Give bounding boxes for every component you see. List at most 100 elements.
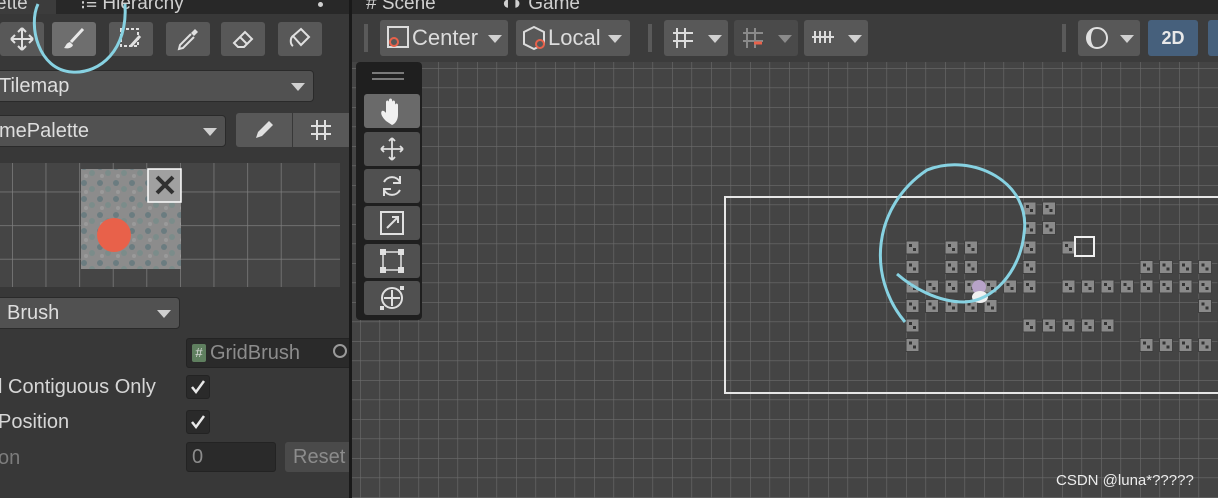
tile <box>905 240 920 255</box>
palette-grid <box>0 163 340 287</box>
scale-tool-button[interactable] <box>364 206 420 240</box>
tile <box>925 279 939 294</box>
toolbar-overflow-button[interactable] <box>1208 20 1218 56</box>
ruler-icon <box>812 31 834 43</box>
chevron-down-icon <box>708 35 722 43</box>
mode-2d-toggle[interactable]: 2D <box>1148 20 1198 56</box>
tile <box>1022 318 1037 333</box>
overlay-grip[interactable] <box>372 72 404 80</box>
toolbar-grip[interactable] <box>1062 24 1066 52</box>
brush-dropdown[interactable]: Brush <box>0 297 180 329</box>
tile <box>1042 201 1056 216</box>
tile <box>1198 260 1212 274</box>
annotation-circle-brush <box>32 3 127 74</box>
tile-palette-panel: ette ⁝≡ Hierarchy Tilemap mePalette Brus… <box>0 0 349 498</box>
tools-overlay <box>356 62 422 320</box>
pivot-mode-label: Center <box>412 25 479 50</box>
tile <box>1061 318 1076 333</box>
tile <box>1022 279 1037 294</box>
hand-tool-button[interactable] <box>364 94 420 128</box>
tile <box>1022 240 1037 255</box>
grid-snapping-dropdown[interactable] <box>734 20 798 56</box>
pivot-mode-dropdown[interactable]: Center <box>380 20 508 56</box>
pivot-rotation-label: Local <box>548 25 601 50</box>
move-tool-button[interactable] <box>364 132 420 166</box>
mode-2d-label: 2D <box>1161 27 1185 48</box>
tile <box>964 240 978 255</box>
contiguous-checkbox[interactable] <box>186 375 210 399</box>
tile <box>1139 279 1154 294</box>
position-checkbox[interactable] <box>186 410 210 434</box>
palette-label: mePalette <box>0 119 90 142</box>
tile <box>1120 279 1134 294</box>
toolbar-grip[interactable] <box>364 24 368 52</box>
tile <box>1081 279 1095 294</box>
tile <box>1003 279 1017 294</box>
chevron-down-icon <box>1120 35 1134 43</box>
toolbar-grip[interactable] <box>648 24 652 52</box>
transform-icon <box>380 286 404 310</box>
center-pivot-icon <box>387 26 409 48</box>
rotate-tool-button[interactable] <box>364 169 420 203</box>
tile <box>1178 338 1193 352</box>
watermark: CSDN @luna*????? <box>1056 472 1194 489</box>
object-picker-icon[interactable] <box>333 344 347 358</box>
grid-snap-icon <box>743 28 763 48</box>
rect-tool-button[interactable] <box>364 244 420 278</box>
tile <box>944 279 959 294</box>
tile <box>1139 260 1154 274</box>
tile <box>1198 299 1212 313</box>
move-arrows-icon <box>380 137 404 161</box>
tile <box>1100 279 1115 294</box>
scene-grid <box>352 62 1218 498</box>
checkmark-icon <box>191 380 206 395</box>
grid-icon <box>311 120 331 140</box>
gamepad-icon: ◖◗ <box>500 0 529 14</box>
tile <box>1022 260 1037 274</box>
tile <box>964 260 978 274</box>
brush-label: Brush <box>7 301 60 324</box>
reset-button[interactable]: Reset <box>285 442 349 472</box>
tile <box>1139 338 1154 352</box>
tile <box>1159 260 1173 274</box>
tab-game-label: Game <box>528 0 580 14</box>
chevron-down-icon <box>488 35 502 43</box>
scene-view[interactable]: # Scene ◖◗ Game Center Local 2D CSDN @lu… <box>352 0 1218 498</box>
transform-tool-button[interactable] <box>364 281 420 315</box>
rotate-icon <box>383 176 401 196</box>
tile <box>1042 318 1056 333</box>
tile <box>1100 318 1115 333</box>
rect-transform-icon <box>380 249 404 273</box>
local-cube-icon <box>523 25 545 51</box>
shading-sphere-icon <box>1086 27 1108 49</box>
tile <box>944 240 959 255</box>
palette-dropdown[interactable]: mePalette <box>0 115 226 147</box>
tile <box>1198 338 1212 352</box>
on-label: on <box>0 447 21 469</box>
chevron-down-icon <box>608 35 622 43</box>
edit-palette-button[interactable] <box>236 113 292 147</box>
tile <box>1061 279 1076 294</box>
on-value-field[interactable]: 0 <box>186 442 276 472</box>
chevron-down-icon <box>778 35 792 43</box>
tab-scene[interactable]: # Scene <box>366 0 476 14</box>
tile <box>905 338 920 352</box>
tile <box>905 318 920 333</box>
tab-game[interactable]: ◖◗ Game <box>500 0 620 14</box>
checkmark-icon <box>191 415 206 430</box>
palette-grid-view[interactable] <box>0 163 340 287</box>
grid-visibility-dropdown[interactable] <box>664 20 728 56</box>
pivot-rotation-dropdown[interactable]: Local <box>516 20 630 56</box>
chevron-down-icon <box>848 35 862 43</box>
tile <box>1178 279 1193 294</box>
tile <box>944 260 959 274</box>
increment-snap-dropdown[interactable] <box>804 20 868 56</box>
on-value: 0 <box>192 445 204 468</box>
shading-mode-dropdown[interactable] <box>1078 20 1140 56</box>
script-icon: # <box>192 344 206 362</box>
tile <box>1159 338 1173 352</box>
tile <box>1081 318 1095 333</box>
tile <box>905 260 920 274</box>
grid-toggle-button[interactable] <box>293 113 349 147</box>
brush-script-field[interactable]: # GridBrush <box>186 338 349 368</box>
